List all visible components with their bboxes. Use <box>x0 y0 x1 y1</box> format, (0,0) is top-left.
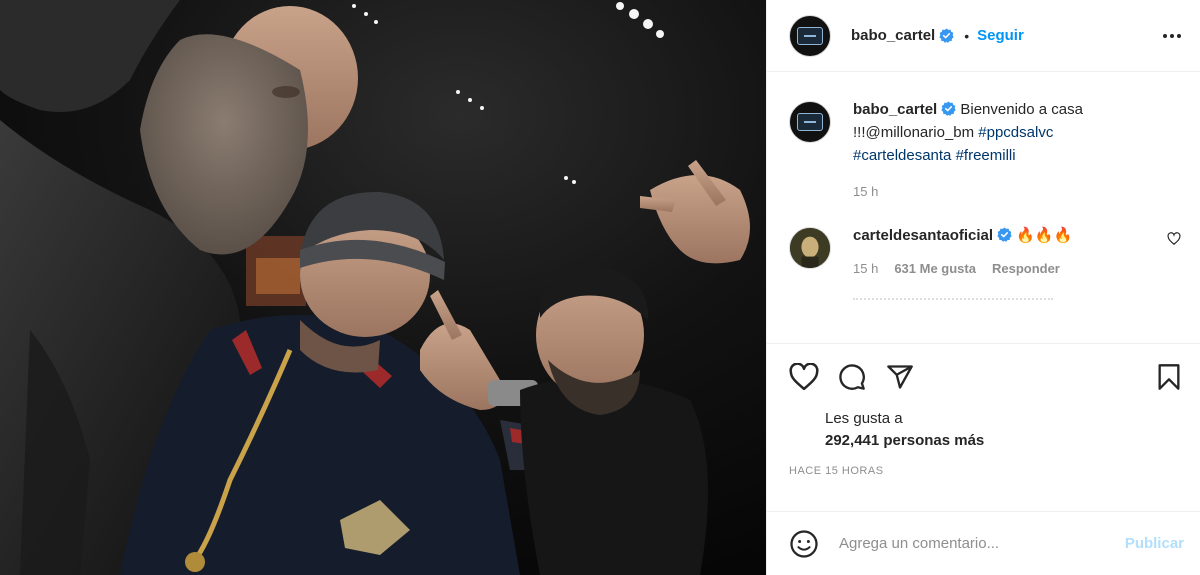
action-icons <box>789 362 1184 392</box>
post-actions: Les gusta a 292,441 personas más HACE 15… <box>767 343 1200 477</box>
comment-likes[interactable]: 631 Me gusta <box>894 257 976 280</box>
post-photo[interactable] <box>0 0 766 575</box>
caption-body: babo_cartel Bienvenido a casa !!!@millon… <box>853 98 1184 203</box>
comment-item: carteldesantaoficial 🔥🔥🔥 15 h 631 Me gus… <box>789 227 1184 280</box>
verified-badge-icon <box>941 101 956 116</box>
comment-meta: 15 h 631 Me gusta Responder <box>853 257 1164 280</box>
comment-body: carteldesantaoficial 🔥🔥🔥 15 h 631 Me gus… <box>853 224 1164 280</box>
caption-username[interactable]: babo_cartel <box>853 101 937 118</box>
likes-count[interactable]: 292,441 personas más <box>825 432 1184 449</box>
caption: babo_cartel Bienvenido a casa !!!@millon… <box>789 101 1184 203</box>
comment-text: 🔥🔥🔥 <box>1016 227 1073 244</box>
post-header: babo_cartel • Seguir <box>767 0 1200 72</box>
post-age[interactable]: HACE 15 HORAS <box>789 465 1184 477</box>
caption-avatar[interactable] <box>789 101 831 143</box>
comments-list[interactable]: babo_cartel Bienvenido a casa !!!@millon… <box>767 73 1200 343</box>
instagram-post: babo_cartel • Seguir babo_cartel Bienven… <box>0 0 1200 575</box>
publish-button[interactable]: Publicar <box>1125 535 1184 552</box>
verified-badge-icon <box>939 28 954 43</box>
comment-icon[interactable] <box>837 362 867 392</box>
header-separator: • <box>964 27 970 44</box>
follow-button[interactable]: Seguir <box>977 27 1024 44</box>
comment-time[interactable]: 15 h <box>853 257 878 280</box>
likes-label: Les gusta a <box>825 410 903 427</box>
reply-button[interactable]: Responder <box>992 257 1060 280</box>
post-side-panel: babo_cartel • Seguir babo_cartel Bienven… <box>766 0 1200 575</box>
photo-illustration <box>0 0 766 575</box>
small-heart-icon[interactable] <box>1164 229 1184 249</box>
share-icon[interactable] <box>885 362 915 392</box>
add-comment-bar: Publicar <box>767 511 1200 575</box>
verified-badge-icon <box>997 227 1012 242</box>
scroll-cutoff <box>853 298 1053 304</box>
caption-time[interactable]: 15 h <box>853 180 1184 203</box>
heart-icon[interactable] <box>789 362 819 392</box>
avatar[interactable] <box>789 14 831 57</box>
bookmark-icon[interactable] <box>1154 362 1184 392</box>
comment-avatar[interactable] <box>789 227 831 269</box>
emoji-icon[interactable] <box>789 529 819 559</box>
hashtag-link[interactable]: #freemilli <box>956 147 1016 164</box>
header-username[interactable]: babo_cartel <box>851 27 935 44</box>
more-options-icon[interactable] <box>1160 24 1184 48</box>
hashtag-link[interactable]: #ppcdsalvc <box>978 124 1053 141</box>
comment-input[interactable] <box>839 535 1125 552</box>
hashtag-link[interactable]: #carteldesanta <box>853 147 951 164</box>
comment-username[interactable]: carteldesantaoficial <box>853 227 993 244</box>
